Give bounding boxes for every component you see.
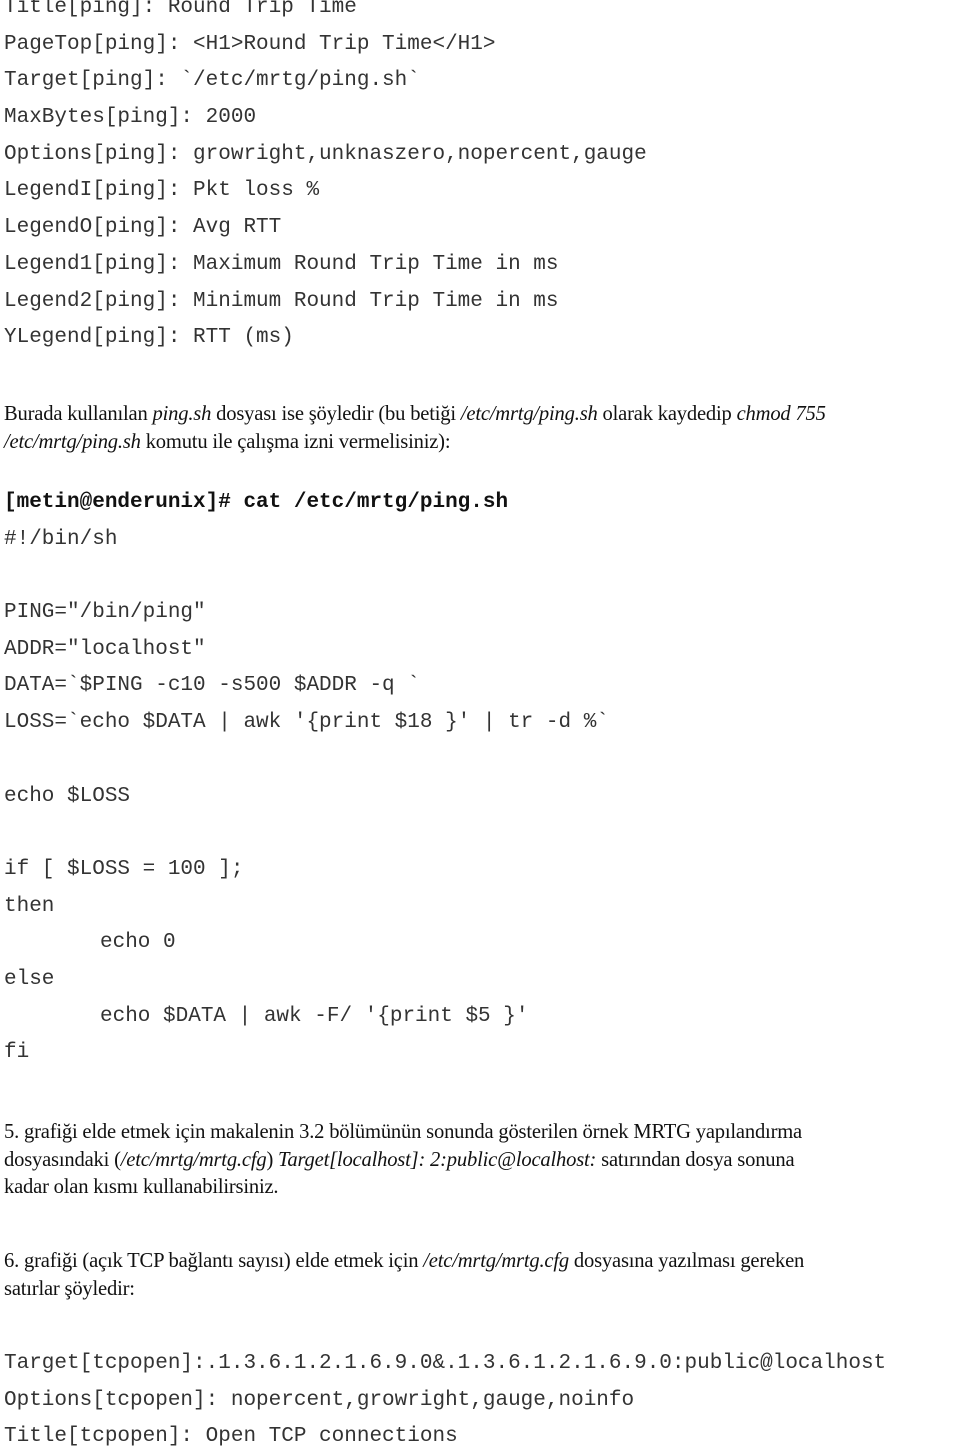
paragraph-line: dosyasındaki (/etc/mrtg/mrtg.cfg) Target… bbox=[4, 1147, 960, 1175]
code-line: fi bbox=[4, 1041, 30, 1065]
text-segment: Burada kullanılan bbox=[4, 403, 153, 425]
text-segment: dosyasına yazılması gereken bbox=[568, 1250, 805, 1272]
paragraph-graph6: 6. grafiği (açık TCP bağlantı sayısı) el… bbox=[4, 1248, 960, 1303]
paragraph-ping-script-intro: Burada kullanılan ping.sh dosyası ise şö… bbox=[4, 401, 960, 456]
code-line: then bbox=[4, 894, 55, 918]
italic-text: chmod 755 bbox=[736, 403, 826, 425]
text-segment: 5. grafiği elde etmek için makalenin 3.2… bbox=[4, 1121, 803, 1143]
code-line: Target[tcpopen]:.1.3.6.1.2.1.6.9.0&.1.3.… bbox=[4, 1352, 887, 1375]
code-line: echo 0 bbox=[100, 931, 176, 955]
paragraph-line: /etc/mrtg/ping.sh komutu ile çalışma izn… bbox=[4, 429, 960, 457]
text-segment: dosyası ise şöyledir (bu betiği bbox=[211, 403, 461, 425]
code-line: if [ $LOSS = 100 ]; bbox=[4, 857, 244, 881]
italic-text: /etc/mrtg/ping.sh bbox=[460, 403, 598, 425]
text-segment: dosyasındaki ( bbox=[4, 1148, 121, 1171]
code-line: Legend1[ping]: Maximum Round Trip Time i… bbox=[4, 252, 559, 276]
text-segment: satırından dosya sonuna bbox=[596, 1148, 795, 1171]
config-code-block: Title[ping]: Round Trip Time PageTop[ping… bbox=[4, 0, 647, 357]
tcpopen-code-block: Target[tcpopen]:.1.3.6.1.2.1.6.9.0&.1.3.… bbox=[4, 1346, 886, 1456]
code-line: PageTop[ping]: <H1>Round Trip Time</H1> bbox=[4, 32, 496, 56]
text-segment: olarak kaydedip bbox=[597, 403, 737, 425]
code-line: DATA=`$PING -c10 -s500 $ADDR -q ` bbox=[4, 674, 420, 698]
text-segment: ) bbox=[266, 1148, 279, 1171]
code-line: #!/bin/sh bbox=[4, 527, 118, 551]
paragraph-graph5: 5. grafiği elde etmek için makalenin 3.2… bbox=[4, 1119, 960, 1202]
code-line: LegendO[ping]: Avg RTT bbox=[4, 216, 282, 240]
italic-text: ping.sh bbox=[152, 403, 212, 425]
code-line: ADDR="localhost" bbox=[4, 637, 206, 661]
italic-text: Target[localhost]: 2:public@localhost: bbox=[278, 1148, 597, 1171]
paragraph-line: 6. grafiği (açık TCP bağlantı sayısı) el… bbox=[4, 1248, 960, 1276]
text-segment: 6. grafiği (açık TCP bağlantı sayısı) el… bbox=[4, 1250, 424, 1272]
code-line: Legend2[ping]: Minimum Round Trip Time i… bbox=[4, 289, 559, 313]
code-line: LegendI[ping]: Pkt loss % bbox=[4, 179, 320, 203]
code-line: Options[tcpopen]: nopercent,growright,ga… bbox=[4, 1388, 635, 1412]
paragraph-line: kadar olan kısmı kullanabilirsiniz. bbox=[4, 1174, 960, 1202]
italic-text: /etc/mrtg/mrtg.cfg bbox=[120, 1148, 267, 1171]
code-line: MaxBytes[ping]: 2000 bbox=[4, 106, 257, 130]
code-line: echo $DATA | awk -F/ '{print $5 }' bbox=[100, 1004, 529, 1028]
code-line: LOSS=`echo $DATA | awk '{print $18 }' | … bbox=[4, 711, 609, 735]
text-segment: komutu ile çalışma izni vermelisiniz): bbox=[140, 430, 451, 453]
code-line: PING="/bin/ping" bbox=[4, 601, 206, 625]
code-line: Title[ping]: Round Trip Time bbox=[4, 0, 357, 19]
ping-script-code-block: [metin@enderunix]# cat /etc/mrtg/ping.sh… bbox=[4, 485, 609, 1072]
code-line: echo $LOSS bbox=[4, 784, 131, 808]
code-line: Title[tcpopen]: Open TCP connections bbox=[4, 1425, 458, 1449]
code-line: Target[ping]: `/etc/mrtg/ping.sh` bbox=[4, 69, 420, 93]
code-line: Options[ping]: growright,unknaszero,nope… bbox=[4, 142, 647, 166]
paragraph-line: satırlar şöyledir: bbox=[4, 1276, 960, 1304]
text-segment: kadar olan kısmı kullanabilirsiniz. bbox=[4, 1176, 279, 1198]
italic-text: /etc/mrtg/ping.sh bbox=[4, 430, 141, 453]
code-line: YLegend[ping]: RTT (ms) bbox=[4, 326, 294, 350]
text-segment: satırlar şöyledir: bbox=[4, 1277, 135, 1300]
code-line: [metin@enderunix]# cat /etc/mrtg/ping.sh bbox=[4, 491, 509, 514]
paragraph-line: 5. grafiği elde etmek için makalenin 3.2… bbox=[4, 1119, 960, 1147]
paragraph-line: Burada kullanılan ping.sh dosyası ise şö… bbox=[4, 401, 960, 429]
italic-text: /etc/mrtg/mrtg.cfg bbox=[423, 1250, 569, 1272]
code-line: else bbox=[4, 967, 55, 991]
